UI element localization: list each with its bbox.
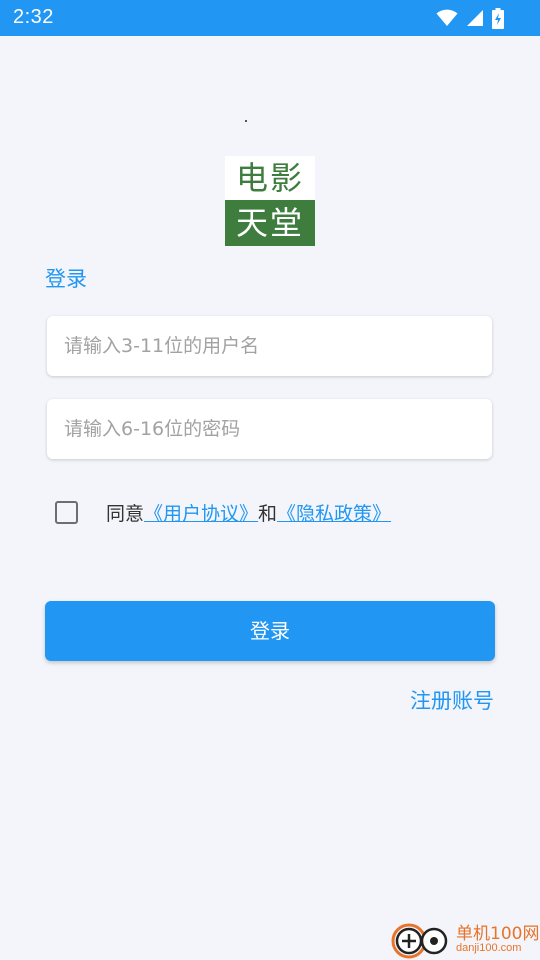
login-title: 登录 (45, 267, 87, 291)
status-time: 2:32 (13, 6, 54, 28)
agree-checkbox[interactable] (55, 500, 78, 524)
password-field-container (47, 399, 492, 459)
username-field-container (47, 316, 492, 376)
status-bar: 2:32 (0, 0, 540, 36)
watermark: 单机100网 danji100.com (388, 915, 540, 960)
watermark-title: 单机100网 (456, 924, 540, 944)
agree-and: 和 (258, 502, 278, 525)
logo-line-2: 天堂 (225, 200, 315, 246)
logo-dot (245, 120, 247, 122)
password-input[interactable] (47, 399, 492, 459)
login-button[interactable]: 登录 (45, 601, 495, 661)
status-icons (436, 7, 504, 29)
agreement-row: 同意 《用户协议》 和 《隐私政策》 (55, 495, 391, 529)
logo-line-1: 电影 (225, 156, 315, 200)
wifi-icon (436, 9, 458, 27)
privacy-policy-link[interactable]: 《隐私政策》 (277, 499, 391, 526)
signal-icon (466, 9, 484, 27)
user-agreement-link[interactable]: 《用户协议》 (144, 499, 258, 526)
app-logo: 电影 天堂 (225, 156, 315, 246)
username-input[interactable] (47, 316, 492, 376)
battery-charging-icon (492, 7, 504, 29)
agree-prefix: 同意 (106, 502, 145, 525)
watermark-logo-icon (391, 923, 448, 959)
watermark-subtitle: danji100.com (456, 942, 522, 954)
register-link[interactable]: 注册账号 (410, 685, 494, 715)
